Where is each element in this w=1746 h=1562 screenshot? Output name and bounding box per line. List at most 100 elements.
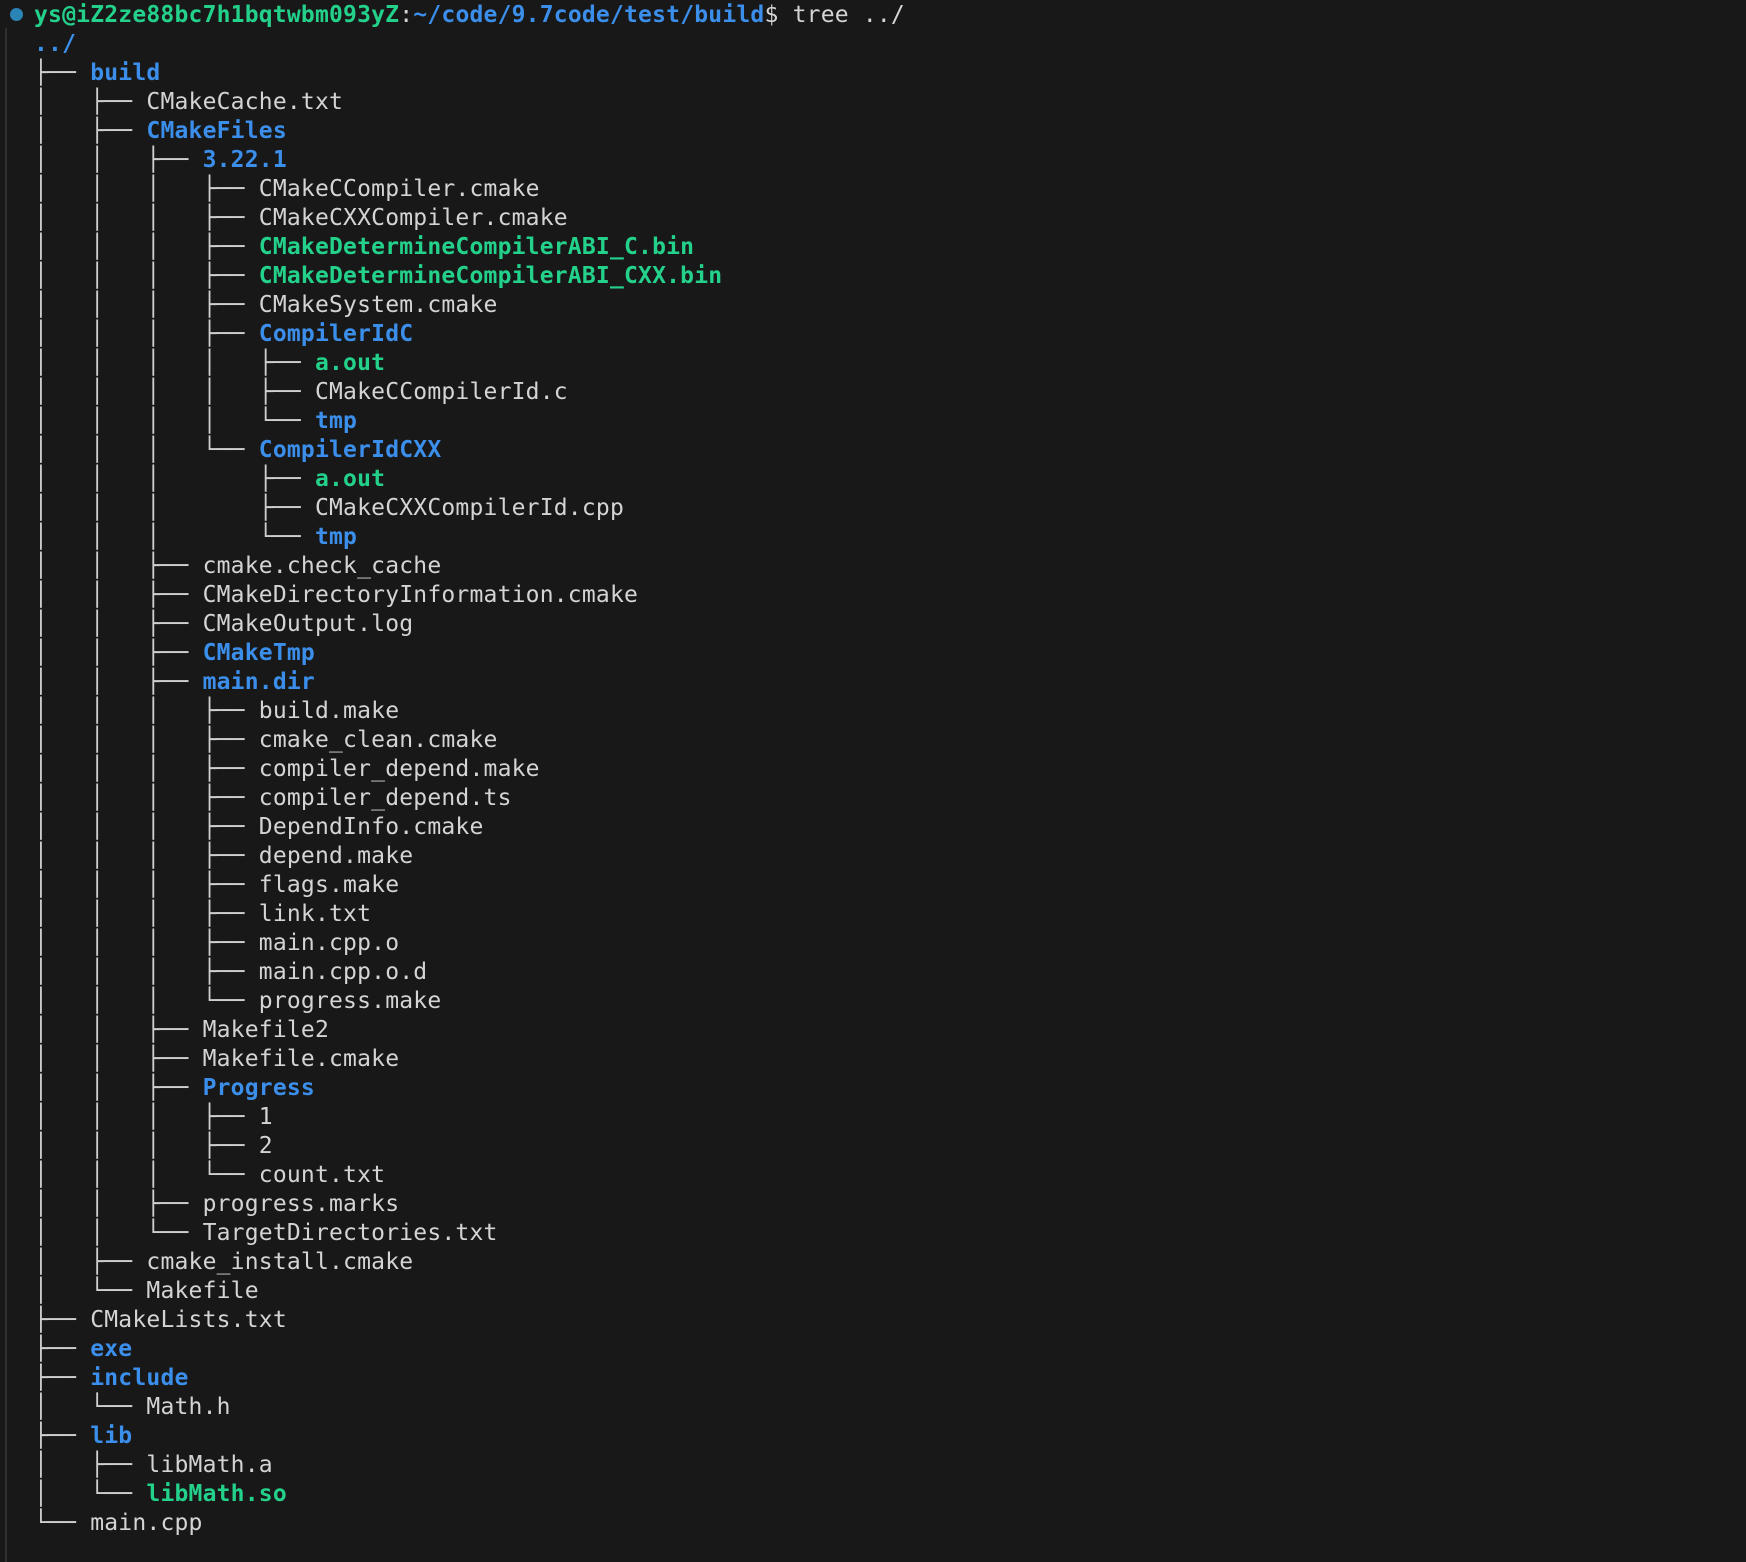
tree-file-name: main.cpp.o.d bbox=[258, 959, 428, 985]
tree-file-name: cmake_install.cmake bbox=[146, 1249, 414, 1275]
terminal-panel[interactable]: ys@iZ2ze88bc7h1bqtwbm093yZ:~/code/9.7cod… bbox=[0, 0, 1746, 1562]
tree-branch: │ │ │ ├── bbox=[34, 263, 259, 289]
tree-branch: ├── bbox=[34, 1307, 91, 1333]
tree-branch: │ │ │ ├── bbox=[34, 321, 259, 347]
tree-line: ├── CMakeLists.txt bbox=[34, 1306, 287, 1335]
tree-executable-name: CMakeDetermineCompilerABI_C.bin bbox=[258, 234, 695, 260]
tree-line: │ ├── CMakeCache.txt bbox=[34, 88, 343, 117]
tree-line: │ │ ├── 3.22.1 bbox=[34, 146, 287, 175]
tree-line: │ │ │ ├── CMakeDetermineCompilerABI_CXX.… bbox=[34, 262, 722, 291]
tree-line: │ │ │ ├── cmake_clean.cmake bbox=[34, 726, 498, 755]
tree-file-name: TargetDirectories.txt bbox=[202, 1220, 498, 1246]
prompt-line: ys@iZ2ze88bc7h1bqtwbm093yZ:~/code/9.7cod… bbox=[34, 1, 905, 30]
tree-branch: │ │ │ ├── bbox=[34, 872, 259, 898]
tree-line: │ │ ├── Progress bbox=[34, 1074, 315, 1103]
tree-branch: │ │ │ ├── bbox=[34, 176, 259, 202]
tree-file-name: 2 bbox=[258, 1133, 273, 1159]
tree-branch: │ │ │ │ ├── bbox=[34, 350, 315, 376]
tree-line: ├── include bbox=[34, 1364, 189, 1393]
tree-file-name: CMakeLists.txt bbox=[90, 1307, 287, 1333]
tree-branch: │ │ │ └── bbox=[34, 437, 259, 463]
tree-directory-name: build bbox=[90, 60, 161, 86]
tree-line: │ │ ├── CMakeDirectoryInformation.cmake bbox=[34, 581, 638, 610]
tree-line: │ │ │ │ └── tmp bbox=[34, 407, 357, 436]
tree-line: │ │ ├── CMakeOutput.log bbox=[34, 610, 413, 639]
tree-line: ├── lib bbox=[34, 1422, 132, 1451]
tree-file-name: main.cpp bbox=[90, 1510, 203, 1536]
tree-line: │ │ │ ├── CMakeSystem.cmake bbox=[34, 291, 498, 320]
tree-file-name: Makefile bbox=[146, 1278, 259, 1304]
tree-file-name: depend.make bbox=[258, 843, 414, 869]
tree-line: │ │ ├── progress.marks bbox=[34, 1190, 399, 1219]
tree-line: │ │ ├── Makefile.cmake bbox=[34, 1045, 399, 1074]
prompt-command: tree ../ bbox=[778, 2, 905, 28]
tree-directory-name: exe bbox=[90, 1336, 133, 1362]
tree-line: │ │ │ ├── link.txt bbox=[34, 900, 371, 929]
tree-line: │ │ │ ├── build.make bbox=[34, 697, 399, 726]
tree-directory-name: tmp bbox=[314, 408, 358, 434]
tree-executable-name: a.out bbox=[314, 466, 386, 492]
tree-line: │ │ │ └── count.txt bbox=[34, 1161, 385, 1190]
tree-branch: │ └── bbox=[34, 1394, 147, 1420]
tree-directory-name: tmp bbox=[314, 524, 358, 550]
tree-branch: │ │ ├── bbox=[34, 640, 203, 666]
tree-file-name: main.cpp.o bbox=[258, 930, 400, 956]
tree-branch: │ │ ├── bbox=[34, 1191, 203, 1217]
tree-line: │ │ │ ├── CMakeDetermineCompilerABI_C.bi… bbox=[34, 233, 694, 262]
prompt-separator: : bbox=[399, 2, 414, 28]
tree-line: │ │ ├── main.dir bbox=[34, 668, 315, 697]
tree-branch: │ ├── bbox=[34, 89, 147, 115]
tree-branch: │ │ │ ├── bbox=[34, 234, 259, 260]
tree-branch: │ │ ├── bbox=[34, 1075, 203, 1101]
tree-directory-name: lib bbox=[90, 1423, 133, 1449]
tree-branch: │ └── bbox=[34, 1481, 147, 1507]
tree-file-name: compiler_depend.make bbox=[258, 756, 540, 782]
tree-file-name: flags.make bbox=[258, 872, 400, 898]
tree-line: │ ├── CMakeFiles bbox=[34, 117, 287, 146]
tree-directory-name: CompilerIdC bbox=[258, 321, 414, 347]
tree-branch: │ │ │ │ └── bbox=[34, 408, 315, 434]
tree-branch: │ │ └── bbox=[34, 1220, 203, 1246]
tree-line: ├── build bbox=[34, 59, 160, 88]
tree-line: │ │ ├── cmake.check_cache bbox=[34, 552, 441, 581]
tree-branch: │ │ ├── bbox=[34, 611, 203, 637]
tree-line: │ │ │ ├── compiler_depend.make bbox=[34, 755, 540, 784]
tree-line: │ │ ├── CMakeTmp bbox=[34, 639, 315, 668]
tree-file-name: CMakeOutput.log bbox=[202, 611, 414, 637]
tree-branch: │ │ │ └── bbox=[34, 524, 315, 550]
tree-directory-name: Progress bbox=[202, 1075, 315, 1101]
tree-line: │ │ ├── Makefile2 bbox=[34, 1016, 329, 1045]
tree-file-name: count.txt bbox=[258, 1162, 386, 1188]
tree-line: │ │ │ └── tmp bbox=[34, 523, 357, 552]
tree-branch: │ │ ├── bbox=[34, 1046, 203, 1072]
tree-branch: │ │ │ ├── bbox=[34, 698, 259, 724]
command-status-dot-icon[interactable] bbox=[10, 8, 23, 21]
tree-file-name: CMakeCXXCompilerId.cpp bbox=[314, 495, 624, 521]
tree-branch: │ │ ├── bbox=[34, 582, 203, 608]
tree-branch: ├── bbox=[34, 60, 91, 86]
tree-line: │ │ │ ├── DependInfo.cmake bbox=[34, 813, 484, 842]
tree-branch: │ │ │ └── bbox=[34, 988, 259, 1014]
tree-branch: │ │ │ ├── bbox=[34, 1104, 259, 1130]
tree-file-name: cmake.check_cache bbox=[202, 553, 442, 579]
tree-branch: │ │ │ ├── bbox=[34, 930, 259, 956]
tree-branch: │ │ │ ├── bbox=[34, 785, 259, 811]
tree-branch: │ │ │ └── bbox=[34, 1162, 259, 1188]
tree-line: │ └── Makefile bbox=[34, 1277, 259, 1306]
tree-file-name: Math.h bbox=[146, 1394, 231, 1420]
prompt-cwd: ~/code/9.7code/test/build bbox=[413, 2, 765, 28]
tree-branch: │ │ │ ├── bbox=[34, 901, 259, 927]
tree-executable-name: libMath.so bbox=[146, 1481, 287, 1507]
tree-branch: ├── bbox=[34, 1365, 91, 1391]
tree-line: │ ├── libMath.a bbox=[34, 1451, 273, 1480]
tree-line: │ │ │ │ ├── a.out bbox=[34, 349, 385, 378]
tree-file-name: compiler_depend.ts bbox=[258, 785, 512, 811]
tree-branch: │ │ │ ├── bbox=[34, 205, 259, 231]
tree-directory-name: main.dir bbox=[202, 669, 315, 695]
tree-branch: │ ├── bbox=[34, 1452, 147, 1478]
tree-branch: │ │ │ ├── bbox=[34, 466, 315, 492]
tree-directory-name: CompilerIdCXX bbox=[258, 437, 442, 463]
tree-line: ├── exe bbox=[34, 1335, 132, 1364]
tree-branch: │ ├── bbox=[34, 1249, 147, 1275]
tree-branch: │ └── bbox=[34, 1278, 147, 1304]
